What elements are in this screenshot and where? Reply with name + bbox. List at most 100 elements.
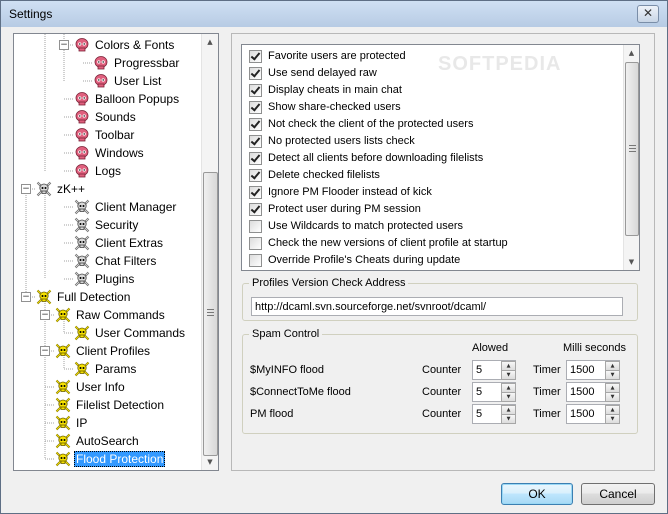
- option-checkbox[interactable]: [249, 202, 262, 216]
- option-row[interactable]: Show share-checked users: [249, 99, 401, 115]
- spin-down-icon[interactable]: ▼: [605, 370, 620, 380]
- tree-node-params[interactable]: Params: [74, 360, 138, 378]
- tree-node-progressbar[interactable]: Progressbar: [93, 54, 181, 72]
- option-checkbox[interactable]: [249, 66, 262, 80]
- option-checkbox[interactable]: [249, 236, 262, 250]
- tree-node-balloon-popups[interactable]: Balloon Popups: [74, 90, 181, 108]
- option-row[interactable]: Override Profile's Cheats during update: [249, 252, 460, 268]
- tree-node-security[interactable]: Security: [74, 216, 140, 234]
- option-label: Delete checked filelists: [268, 169, 380, 181]
- spin-down-icon[interactable]: ▼: [501, 414, 516, 424]
- tree-node-label: Client Manager: [95, 200, 177, 214]
- profiles-version-legend: Profiles Version Check Address: [252, 277, 406, 289]
- option-row[interactable]: Use Wildcards to match protected users: [249, 218, 463, 234]
- tree-node-plugins[interactable]: Plugins: [74, 270, 136, 288]
- spam-row-label: $ConnectToMe flood: [250, 386, 351, 398]
- yellow-skull-crossbones-icon: [55, 343, 71, 359]
- option-row[interactable]: Delete checked filelists: [249, 167, 380, 183]
- yellow-skull-crossbones-icon: [74, 325, 90, 341]
- option-checkbox[interactable]: [249, 117, 262, 131]
- tree-node-sounds[interactable]: Sounds: [74, 108, 138, 126]
- close-icon: ✕: [642, 6, 654, 20]
- timer-spinner[interactable]: 1500 ▲ ▼: [566, 360, 620, 380]
- spin-down-icon[interactable]: ▼: [501, 392, 516, 402]
- option-checkbox[interactable]: [249, 219, 262, 233]
- close-button[interactable]: ✕: [637, 5, 659, 23]
- pink-skull-icon: [74, 163, 90, 179]
- option-checkbox[interactable]: [249, 253, 262, 267]
- scrollbar-thumb[interactable]: [203, 172, 218, 456]
- tree-node-client-profiles[interactable]: Client Profiles: [55, 342, 152, 360]
- option-checkbox[interactable]: [249, 83, 262, 97]
- option-row[interactable]: No protected users lists check: [249, 133, 415, 149]
- scroll-down-icon[interactable]: ▼: [624, 254, 639, 270]
- tree-toggle-collapse-icon[interactable]: −: [40, 346, 50, 356]
- tree-node-flood-protection[interactable]: Flood Protection: [55, 450, 166, 468]
- option-row[interactable]: Display cheats in main chat: [249, 82, 402, 98]
- scrollbar-thumb[interactable]: [625, 62, 639, 236]
- gray-skull-crossbones-icon: [74, 217, 90, 233]
- option-checkbox[interactable]: [249, 168, 262, 182]
- option-checkbox[interactable]: [249, 134, 262, 148]
- tree-node-client-manager[interactable]: Client Manager: [74, 198, 178, 216]
- option-checkbox[interactable]: [249, 151, 262, 165]
- option-row[interactable]: Detect all clients before downloading fi…: [249, 150, 483, 166]
- option-row[interactable]: Check the new versions of client profile…: [249, 235, 508, 251]
- spin-down-icon[interactable]: ▼: [501, 370, 516, 380]
- timer-spinner[interactable]: 1500 ▲ ▼: [566, 382, 620, 402]
- tree-node-user-commands[interactable]: User Commands: [74, 324, 187, 342]
- option-row[interactable]: Favorite users are protected: [249, 48, 406, 64]
- tree-node-full-detection[interactable]: Full Detection: [36, 288, 132, 306]
- timer-spinner[interactable]: 1500 ▲ ▼: [566, 404, 620, 424]
- timer-value: 1500: [570, 364, 595, 376]
- option-checkbox[interactable]: [249, 49, 262, 63]
- tree-toggle-collapse-icon[interactable]: −: [21, 184, 31, 194]
- scroll-down-icon[interactable]: ▼: [202, 454, 218, 470]
- tree-scrollbar[interactable]: ▲ ▼: [201, 34, 218, 470]
- tree-node-raw-commands[interactable]: Raw Commands: [55, 306, 167, 324]
- tree-node-label: Params: [95, 362, 137, 376]
- pink-skull-icon: [74, 145, 90, 161]
- tree-node-autosearch[interactable]: AutoSearch: [55, 432, 141, 450]
- tree-node-zk[interactable]: zK++: [36, 180, 87, 198]
- options-scrollbar[interactable]: ▲ ▼: [623, 45, 639, 270]
- option-row[interactable]: Use send delayed raw: [249, 65, 377, 81]
- scroll-up-icon[interactable]: ▲: [624, 45, 639, 61]
- tree-node-toolbar[interactable]: Toolbar: [74, 126, 136, 144]
- ok-button[interactable]: OK: [501, 483, 573, 505]
- tree-node-colors-fonts[interactable]: Colors & Fonts: [74, 36, 176, 54]
- spin-down-icon[interactable]: ▼: [605, 414, 620, 424]
- cancel-button[interactable]: Cancel: [581, 483, 655, 505]
- settings-tree[interactable]: ▲ ▼ − Colors & Fonts Progressbar User List B…: [13, 33, 219, 471]
- option-row[interactable]: Not check the client of the protected us…: [249, 116, 473, 132]
- counter-spinner[interactable]: 5 ▲ ▼: [472, 404, 516, 424]
- counter-spinner[interactable]: 5 ▲ ▼: [472, 382, 516, 402]
- tree-node-chat-filters[interactable]: Chat Filters: [74, 252, 158, 270]
- tree-node-label: User Commands: [95, 326, 186, 340]
- tree-toggle-collapse-icon[interactable]: −: [59, 40, 69, 50]
- tree-node-client-extras[interactable]: Client Extras: [74, 234, 165, 252]
- option-row[interactable]: Ignore PM Flooder instead of kick: [249, 184, 432, 200]
- options-checklist[interactable]: SOFTPEDIA ▲ ▼ Favorite users are protect…: [241, 44, 640, 271]
- tree-node-filelist-detection[interactable]: Filelist Detection: [55, 396, 166, 414]
- tree-toggle-collapse-icon[interactable]: −: [40, 310, 50, 320]
- counter-spinner[interactable]: 5 ▲ ▼: [472, 360, 516, 380]
- option-label: Detect all clients before downloading fi…: [268, 152, 484, 164]
- tree-node-user-info[interactable]: User Info: [55, 378, 127, 396]
- option-row[interactable]: Protect user during PM session: [249, 201, 421, 217]
- tree-node-user-list[interactable]: User List: [93, 72, 163, 90]
- option-checkbox[interactable]: [249, 185, 262, 199]
- tree-node-label: Plugins: [95, 272, 135, 286]
- tree-node-windows[interactable]: Windows: [74, 144, 146, 162]
- spin-down-icon[interactable]: ▼: [605, 392, 620, 402]
- tree-node-ip[interactable]: IP: [55, 414, 89, 432]
- scroll-up-icon[interactable]: ▲: [202, 34, 218, 50]
- timer-label: Timer: [533, 386, 561, 398]
- profiles-url-input[interactable]: http://dcaml.svn.sourceforge.net/svnroot…: [251, 297, 623, 316]
- tree-toggle-collapse-icon[interactable]: −: [21, 292, 31, 302]
- yellow-skull-crossbones-icon: [55, 397, 71, 413]
- counter-label: Counter: [422, 386, 462, 398]
- tree-node-logs[interactable]: Logs: [74, 162, 123, 180]
- tree-node-label: Toolbar: [95, 128, 135, 142]
- option-checkbox[interactable]: [249, 100, 262, 114]
